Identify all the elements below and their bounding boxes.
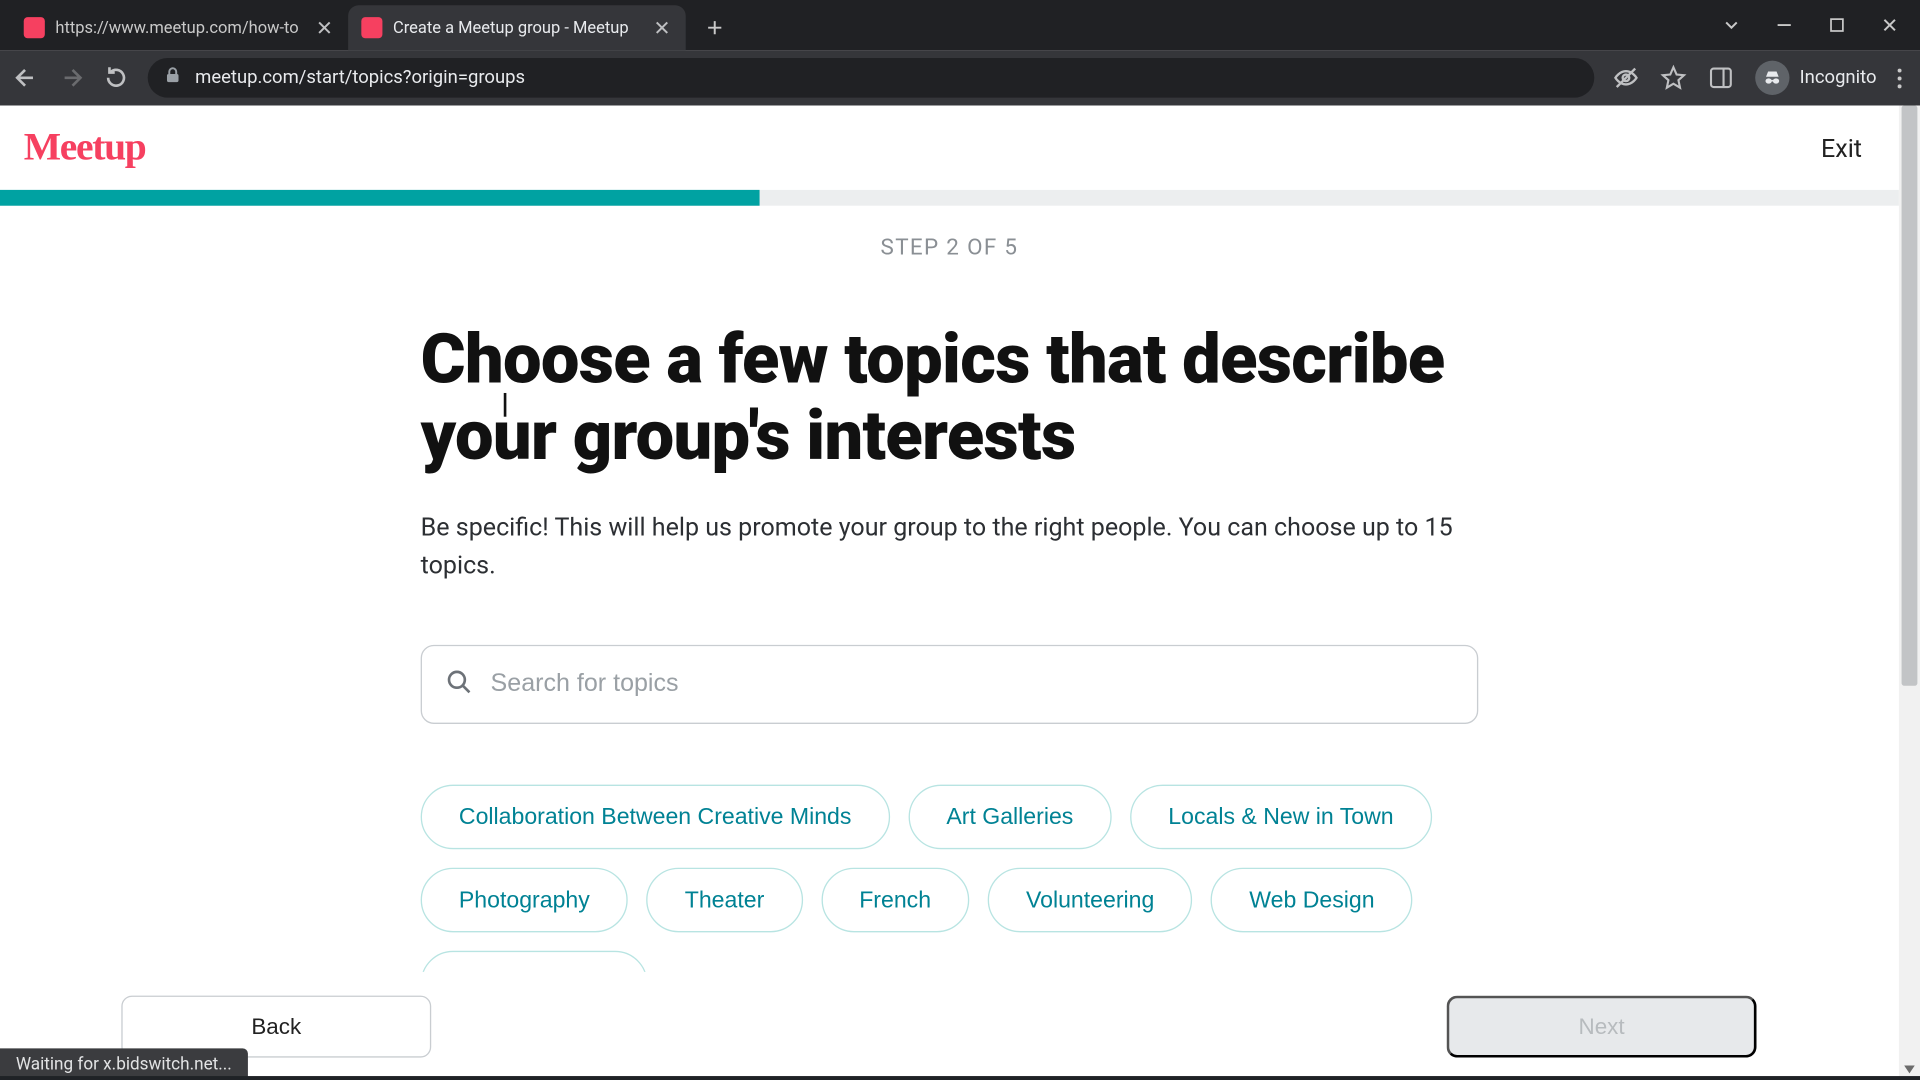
next-button[interactable]: Next — [1447, 996, 1757, 1058]
os-taskbar — [0, 1076, 1920, 1080]
side-panel-icon[interactable] — [1707, 65, 1733, 91]
status-text: Waiting for x.bidswitch.net... — [16, 1054, 232, 1074]
topic-chip[interactable]: Locals & New in Town — [1130, 785, 1432, 850]
browser-toolbar: meetup.com/start/topics?origin=groups In… — [0, 50, 1920, 105]
incognito-label: Incognito — [1800, 67, 1877, 88]
exit-link[interactable]: Exit — [1821, 133, 1862, 163]
browser-tab-active[interactable]: Create a Meetup group - Meetup — [348, 5, 686, 50]
topic-search[interactable] — [421, 645, 1479, 724]
minimize-icon[interactable] — [1775, 17, 1793, 33]
incognito-indicator[interactable]: Incognito — [1755, 61, 1877, 95]
topic-chip[interactable]: Photography — [421, 868, 628, 933]
topic-chip[interactable]: Volunteering — [988, 868, 1193, 933]
search-input[interactable] — [491, 671, 1454, 700]
browser-menu-icon[interactable] — [1898, 68, 1902, 88]
lock-icon — [164, 66, 182, 90]
text-cursor — [504, 393, 507, 417]
meetup-logo[interactable]: Meetup — [24, 125, 146, 170]
tab-search-icon[interactable] — [1722, 17, 1740, 33]
main-content: STEP 2 OF 5 Choose a few topics that des… — [421, 206, 1479, 1016]
vertical-scrollbar[interactable] — [1899, 105, 1920, 1080]
incognito-icon — [1755, 61, 1789, 95]
progress-bar — [0, 190, 1899, 206]
site-header: Meetup Exit — [0, 105, 1899, 189]
forward-icon[interactable] — [58, 65, 84, 91]
favicon-icon — [24, 17, 45, 38]
wizard-footer: Back Next — [0, 972, 1878, 1080]
favicon-icon — [361, 17, 382, 38]
back-icon[interactable] — [13, 65, 39, 91]
tab-title: Create a Meetup group - Meetup — [393, 18, 644, 38]
browser-tab[interactable]: https://www.meetup.com/how-to — [11, 5, 349, 50]
url-text: meetup.com/start/topics?origin=groups — [195, 67, 525, 88]
close-tab-icon[interactable] — [651, 17, 672, 38]
page-title: Choose a few topics that describe your g… — [421, 322, 1479, 476]
scrollbar-thumb[interactable] — [1902, 105, 1918, 685]
topic-chip[interactable]: Collaboration Between Creative Minds — [421, 785, 890, 850]
browser-tab-strip: https://www.meetup.com/how-to Create a M… — [0, 0, 1920, 50]
close-tab-icon[interactable] — [314, 17, 335, 38]
topic-chip[interactable]: Web Design — [1211, 868, 1413, 933]
topic-chip[interactable]: Theater — [646, 868, 802, 933]
topic-chip[interactable]: Art Galleries — [908, 785, 1111, 850]
new-tab-button[interactable] — [696, 9, 733, 46]
maximize-icon[interactable] — [1828, 17, 1846, 33]
reload-icon[interactable] — [103, 65, 129, 91]
progress-fill — [0, 190, 760, 206]
window-controls — [1722, 0, 1920, 50]
page-subtitle: Be specific! This will help us promote y… — [421, 510, 1479, 585]
bookmark-star-icon[interactable] — [1660, 65, 1686, 91]
search-icon — [446, 669, 472, 701]
close-window-icon[interactable] — [1880, 17, 1898, 33]
step-indicator: STEP 2 OF 5 — [421, 235, 1479, 261]
topic-chip[interactable]: French — [821, 868, 969, 933]
page-viewport: Meetup Exit STEP 2 OF 5 Choose a few top… — [0, 105, 1920, 1080]
eye-off-icon[interactable] — [1612, 65, 1638, 91]
tab-title: https://www.meetup.com/how-to — [55, 18, 306, 38]
address-bar[interactable]: meetup.com/start/topics?origin=groups — [148, 58, 1594, 98]
